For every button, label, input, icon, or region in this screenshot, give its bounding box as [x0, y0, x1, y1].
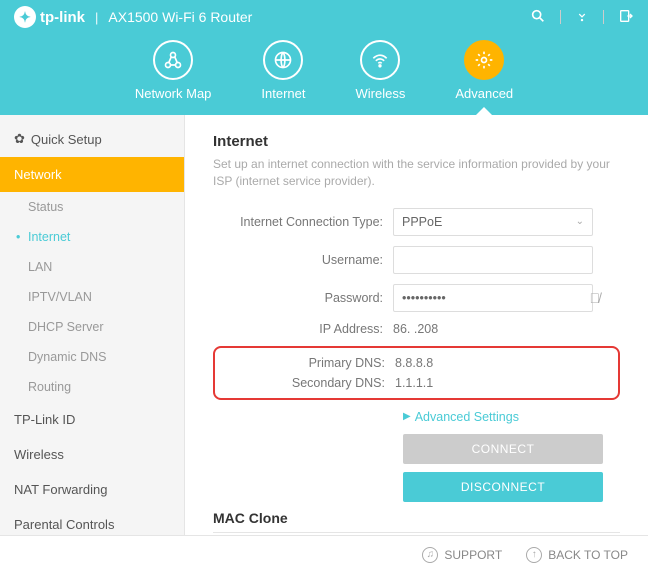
advanced-settings-link[interactable]: ▶ Advanced Settings [403, 410, 620, 424]
top-icons [530, 8, 634, 27]
gear-icon: ✿ [14, 131, 25, 147]
sidebar-network[interactable]: Network [0, 157, 184, 192]
connect-button[interactable]: CONNECT [403, 434, 603, 464]
tab-network-map[interactable]: Network Map [135, 40, 212, 107]
tab-wireless[interactable]: Wireless [356, 40, 406, 107]
value-secondary-dns: 1.1.1.1 [395, 376, 618, 390]
input-username[interactable] [393, 246, 593, 274]
section-title-internet: Internet [213, 133, 620, 150]
brand-text: tp-link [40, 9, 85, 26]
label-ip: IP Address: [213, 322, 393, 336]
label-password: Password: [213, 291, 393, 305]
divider: | [95, 10, 98, 25]
label-username: Username: [213, 253, 393, 267]
label-primary-dns: Primary DNS: [215, 356, 395, 370]
product-name: AX1500 Wi-Fi 6 Router [108, 9, 252, 25]
label-conn-type: Internet Connection Type: [213, 215, 393, 229]
main: ✿ Quick Setup Network Status Internet LA… [0, 115, 648, 535]
sidebar-quick-setup[interactable]: ✿ Quick Setup [0, 121, 184, 157]
tp-logo-icon: ✦ [14, 6, 36, 28]
gear-icon [464, 40, 504, 80]
select-conn-type[interactable]: PPPoE ⌄ [393, 208, 593, 236]
network-map-icon [153, 40, 193, 80]
eye-off-icon[interactable]: 👁̸ [590, 290, 601, 306]
section-desc: Set up an internet connection with the s… [213, 156, 620, 190]
value-ip: 86. .208 [393, 322, 620, 336]
tab-advanced[interactable]: Advanced [455, 40, 513, 107]
footer: ♫ SUPPORT ↑ BACK TO TOP [0, 535, 648, 573]
header: ✦ tp-link | AX1500 Wi-Fi 6 Router Networ… [0, 0, 648, 115]
sidebar-wireless[interactable]: Wireless [0, 437, 184, 472]
logout-icon[interactable] [618, 8, 634, 27]
sidebar-sub-iptv[interactable]: IPTV/VLAN [0, 282, 184, 312]
back-to-top-link[interactable]: ↑ BACK TO TOP [526, 547, 628, 563]
sidebar-sub-dhcp[interactable]: DHCP Server [0, 312, 184, 342]
section-title-mac-clone: MAC Clone [213, 510, 620, 533]
triangle-right-icon: ▶ [403, 411, 411, 422]
brand-logo: ✦ tp-link [14, 6, 85, 28]
input-password[interactable]: •••••••••• [393, 284, 593, 312]
content: Internet Set up an internet connection w… [185, 115, 648, 535]
dns-highlight-box: Primary DNS: 8.8.8.8 Secondary DNS: 1.1.… [213, 346, 620, 400]
download-icon[interactable] [575, 9, 589, 26]
arrow-up-icon: ↑ [526, 547, 542, 563]
nav-tabs: Network Map Internet Wireless Advanced [0, 35, 648, 115]
wifi-icon [360, 40, 400, 80]
disconnect-button[interactable]: DISCONNECT [403, 472, 603, 502]
sidebar-sub-routing[interactable]: Routing [0, 372, 184, 402]
search-icon[interactable] [530, 8, 546, 27]
sidebar-nat[interactable]: NAT Forwarding [0, 472, 184, 507]
sidebar-sub-status[interactable]: Status [0, 192, 184, 222]
sidebar-sub-ddns[interactable]: Dynamic DNS [0, 342, 184, 372]
tab-internet[interactable]: Internet [261, 40, 305, 107]
sidebar-sub-internet[interactable]: Internet [0, 222, 184, 252]
sidebar-tplink-id[interactable]: TP-Link ID [0, 402, 184, 437]
label-secondary-dns: Secondary DNS: [215, 376, 395, 390]
globe-icon [263, 40, 303, 80]
value-primary-dns: 8.8.8.8 [395, 356, 618, 370]
headset-icon: ♫ [422, 547, 438, 563]
sidebar-parental[interactable]: Parental Controls [0, 507, 184, 535]
sidebar-sub-lan[interactable]: LAN [0, 252, 184, 282]
sidebar: ✿ Quick Setup Network Status Internet LA… [0, 115, 185, 535]
chevron-down-icon: ⌄ [576, 216, 584, 227]
topbar: ✦ tp-link | AX1500 Wi-Fi 6 Router [0, 0, 648, 34]
support-link[interactable]: ♫ SUPPORT [422, 547, 502, 563]
